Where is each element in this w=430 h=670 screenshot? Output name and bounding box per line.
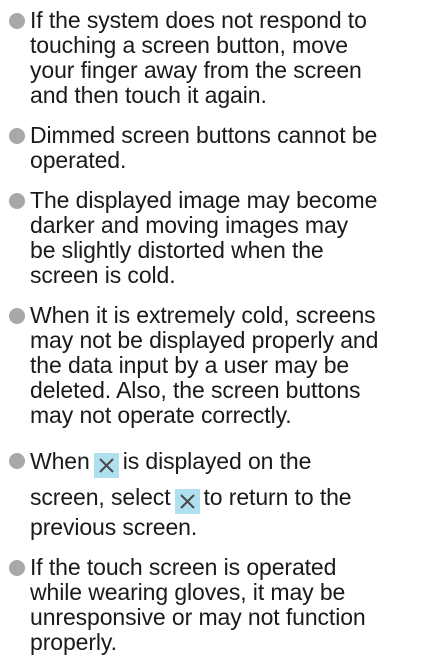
note-text: screen, select [30,484,171,510]
note-line: may not operate correctly. [30,402,292,428]
note-line: deleted. Also, the screen buttons [30,377,361,403]
bullet-icon [9,453,25,469]
note-line: and then touch it again. [30,82,267,108]
note-line: If the touch screen is operated [30,554,337,580]
note-line: operated. [30,147,127,173]
note-line: screen, select to return to the [30,479,424,515]
note-cold-image: The displayed image may become darker an… [8,188,424,288]
bullet-icon [9,308,25,324]
bullet-icon [9,193,25,209]
notes-list: If the system does not respond to touchi… [8,8,424,655]
note-line: The displayed image may become [30,187,378,213]
note-dimmed-buttons: Dimmed screen buttons cannot be operated… [8,123,424,173]
note-text: When [30,448,90,474]
bullet-icon [9,560,25,576]
note-line: screen is cold. [30,262,176,288]
note-line: be slightly distorted when the [30,237,324,263]
note-line: may not be displayed properly and [30,327,379,353]
note-extreme-cold: When it is extremely cold, screens may n… [8,303,424,428]
close-icon [174,489,200,514]
note-text: is displayed on the [122,448,312,474]
note-line: your finger away from the screen [30,57,362,83]
bullet-icon [9,13,25,29]
note-line: while wearing gloves, it may be [30,579,346,605]
bullet-icon [9,128,25,144]
note-line: When it is extremely cold, screens [30,302,376,328]
manual-page: If the system does not respond to touchi… [0,0,430,670]
note-text: to return to the [203,484,352,510]
note-line: unresponsive or may not function [30,604,366,630]
close-icon [93,453,119,478]
note-line: touching a screen button, move [30,32,348,58]
note-line: previous screen. [30,514,198,540]
note-line: the data input by a user may be [30,352,350,378]
note-close-button: When is displayed on the screen, select to… [8,443,424,540]
note-gloves: If the touch screen is operated while we… [8,555,424,655]
note-line: When is displayed on the [30,443,424,479]
note-line: Dimmed screen buttons cannot be [30,122,378,148]
note-unresponsive-button: If the system does not respond to touchi… [8,8,424,108]
note-line: properly. [30,629,117,655]
note-line: If the system does not respond to [30,7,367,33]
note-line: darker and moving images may [30,212,349,238]
